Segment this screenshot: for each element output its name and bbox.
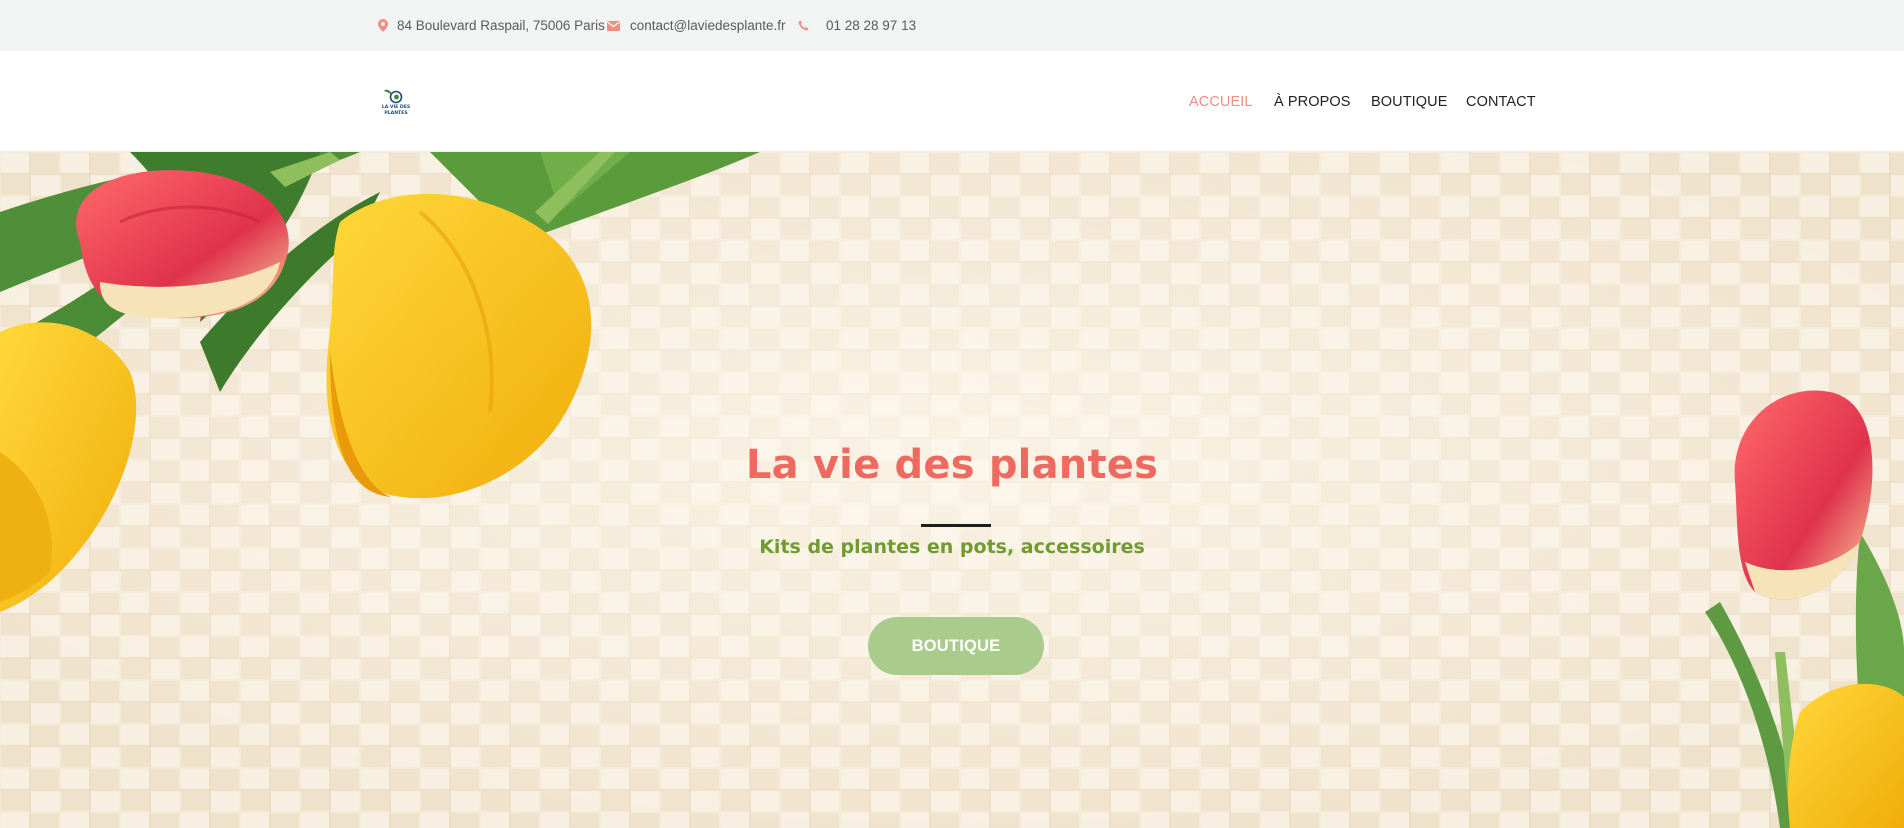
site-logo[interactable]: LA VIE DES PLANTES [381,86,411,118]
phone-info[interactable]: 01 28 28 97 13 [796,0,916,51]
email-info[interactable]: contact@laviedesplante.fr [606,0,786,51]
email-link[interactable]: contact@laviedesplante.fr [630,18,786,33]
hero-divider [921,524,991,527]
svg-text:PLANTES: PLANTES [384,110,407,116]
hero-title: La vie des plantes [745,442,1159,488]
nav-item-boutique[interactable]: BOUTIQUE [1371,94,1448,110]
nav-item-a-propos[interactable]: À PROPOS [1274,94,1351,110]
phone-icon [796,19,810,33]
map-marker-icon [376,19,390,33]
nav-item-contact[interactable]: CONTACT [1466,94,1536,110]
envelope-icon [606,19,620,33]
hero-background-image [0,152,1904,828]
address-info: 84 Boulevard Raspail, 75006 Paris [376,0,605,51]
top-info-bar: 84 Boulevard Raspail, 75006 Paris contac… [0,0,1904,51]
hero-subtitle: Kits de plantes en pots, accessoires [759,536,1145,558]
phone-text[interactable]: 01 28 28 97 13 [826,18,916,33]
nav-item-accueil[interactable]: ACCUEIL [1189,94,1253,110]
svg-text:LA VIE DES: LA VIE DES [382,104,410,110]
hero-banner: La vie des plantes Kits de plantes en po… [0,152,1904,828]
boutique-button[interactable]: BOUTIQUE [868,617,1044,675]
site-header: LA VIE DES PLANTES ACCUEIL À PROPOS BOUT… [0,51,1904,152]
address-text: 84 Boulevard Raspail, 75006 Paris [397,18,605,33]
